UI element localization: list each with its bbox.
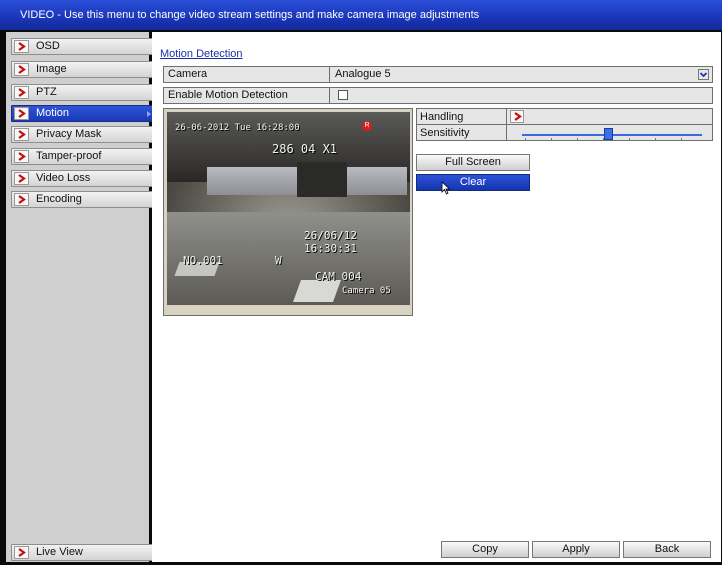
sensitivity-row: Sensitivity xyxy=(417,125,712,141)
enable-motion-checkbox[interactable] xyxy=(338,90,348,100)
dark-object xyxy=(297,162,347,197)
mouse-cursor-icon xyxy=(441,181,451,195)
sidebar-item-label: Video Loss xyxy=(36,172,91,184)
enable-motion-label: Enable Motion Detection xyxy=(164,88,330,103)
slider-tick xyxy=(577,138,578,141)
sidebar-item-image[interactable]: Image xyxy=(11,61,154,78)
chevron-right-icon xyxy=(514,112,522,121)
chevron-right-icon xyxy=(14,40,29,53)
sidebar-item-privacy-mask[interactable]: Privacy Mask xyxy=(11,126,154,143)
sidebar-item-tamper-proof[interactable]: Tamper-proof xyxy=(11,148,154,165)
sidebar-item-label: Motion xyxy=(36,107,70,119)
sidebar-item-label: Image xyxy=(36,63,67,75)
slider-tick xyxy=(681,138,682,141)
clear-button[interactable]: Clear xyxy=(416,174,530,191)
sensitivity-slider-thumb[interactable] xyxy=(604,128,614,140)
no-label-overlay: NO.001 xyxy=(183,254,223,267)
sidebar-item-label: OSD xyxy=(36,40,60,52)
chevron-right-icon xyxy=(14,128,29,141)
camera-label: Camera xyxy=(164,67,330,82)
slider-tick xyxy=(629,138,630,141)
chevron-down-icon[interactable] xyxy=(698,69,709,80)
camera-preview[interactable]: 26-06-2012 Tue 16:28:00 R 286 04 X1 26/0… xyxy=(167,112,410,305)
camera-select[interactable]: Analogue 5 xyxy=(331,67,712,82)
sidebar: OSD Image PTZ Motion Privacy Mask Tamper… xyxy=(6,32,154,562)
chevron-right-icon xyxy=(14,193,29,206)
stamp-date: 26/06/12 xyxy=(304,229,357,242)
slider-tick xyxy=(655,138,656,141)
record-badge-label: R xyxy=(364,122,370,129)
motion-settings-table: Handling Sensitivity xyxy=(416,108,713,141)
chevron-right-icon xyxy=(14,63,29,76)
sidebar-item-ptz[interactable]: PTZ xyxy=(11,84,154,101)
handling-label: Handling xyxy=(417,109,507,125)
copy-button[interactable]: Copy xyxy=(441,541,529,558)
sidebar-item-label: PTZ xyxy=(36,86,57,98)
stamp-time: 16:30:31 xyxy=(304,242,357,255)
chevron-right-icon xyxy=(14,172,29,185)
enable-motion-cell xyxy=(331,88,712,103)
chevron-right-icon xyxy=(14,107,29,120)
sidebar-item-label: Encoding xyxy=(36,193,82,205)
sidebar-item-osd[interactable]: OSD xyxy=(11,38,154,55)
chevron-right-icon xyxy=(14,546,29,559)
channel-overlay: 286 04 X1 xyxy=(272,142,338,156)
sidebar-item-encoding[interactable]: Encoding xyxy=(11,191,154,208)
full-screen-button[interactable]: Full Screen xyxy=(416,154,530,171)
chevron-right-icon xyxy=(14,150,29,163)
camera-row: Camera Analogue 5 xyxy=(163,66,713,83)
window-title: VIDEO - Use this menu to change video st… xyxy=(20,9,480,21)
w-label-overlay: W xyxy=(275,254,282,267)
back-button[interactable]: Back xyxy=(623,541,711,558)
slider-tick xyxy=(525,138,526,141)
live-view-button[interactable]: Live View xyxy=(11,544,154,561)
chevron-right-icon xyxy=(14,86,29,99)
handling-button[interactable] xyxy=(510,110,524,123)
main-panel: Motion Detection Camera Analogue 5 Enabl… xyxy=(152,32,721,562)
sidebar-item-label: Privacy Mask xyxy=(36,128,102,140)
datetime-overlay: 26-06-2012 Tue 16:28:00 xyxy=(175,123,300,133)
cam-label-overlay: CAM 004 xyxy=(315,270,362,283)
floor-light xyxy=(292,280,342,302)
handling-row: Handling xyxy=(417,109,712,125)
sensitivity-label: Sensitivity xyxy=(417,125,507,141)
apply-button[interactable]: Apply xyxy=(532,541,620,558)
enable-motion-row: Enable Motion Detection xyxy=(163,87,713,104)
sidebar-item-label: Tamper-proof xyxy=(36,150,102,162)
sidebar-item-motion[interactable]: Motion xyxy=(11,105,154,122)
video-preview-frame: 26-06-2012 Tue 16:28:00 R 286 04 X1 26/0… xyxy=(163,108,413,316)
slider-tick xyxy=(603,138,604,141)
sidebar-item-video-loss[interactable]: Video Loss xyxy=(11,170,154,187)
record-badge: R xyxy=(362,121,372,131)
section-title: Motion Detection xyxy=(160,48,243,60)
title-bar: VIDEO - Use this menu to change video st… xyxy=(0,0,722,30)
camera-value: Analogue 5 xyxy=(335,68,391,80)
slider-tick xyxy=(551,138,552,141)
camera-name-overlay: Camera 05 xyxy=(342,286,391,296)
live-view-label: Live View xyxy=(36,546,83,558)
